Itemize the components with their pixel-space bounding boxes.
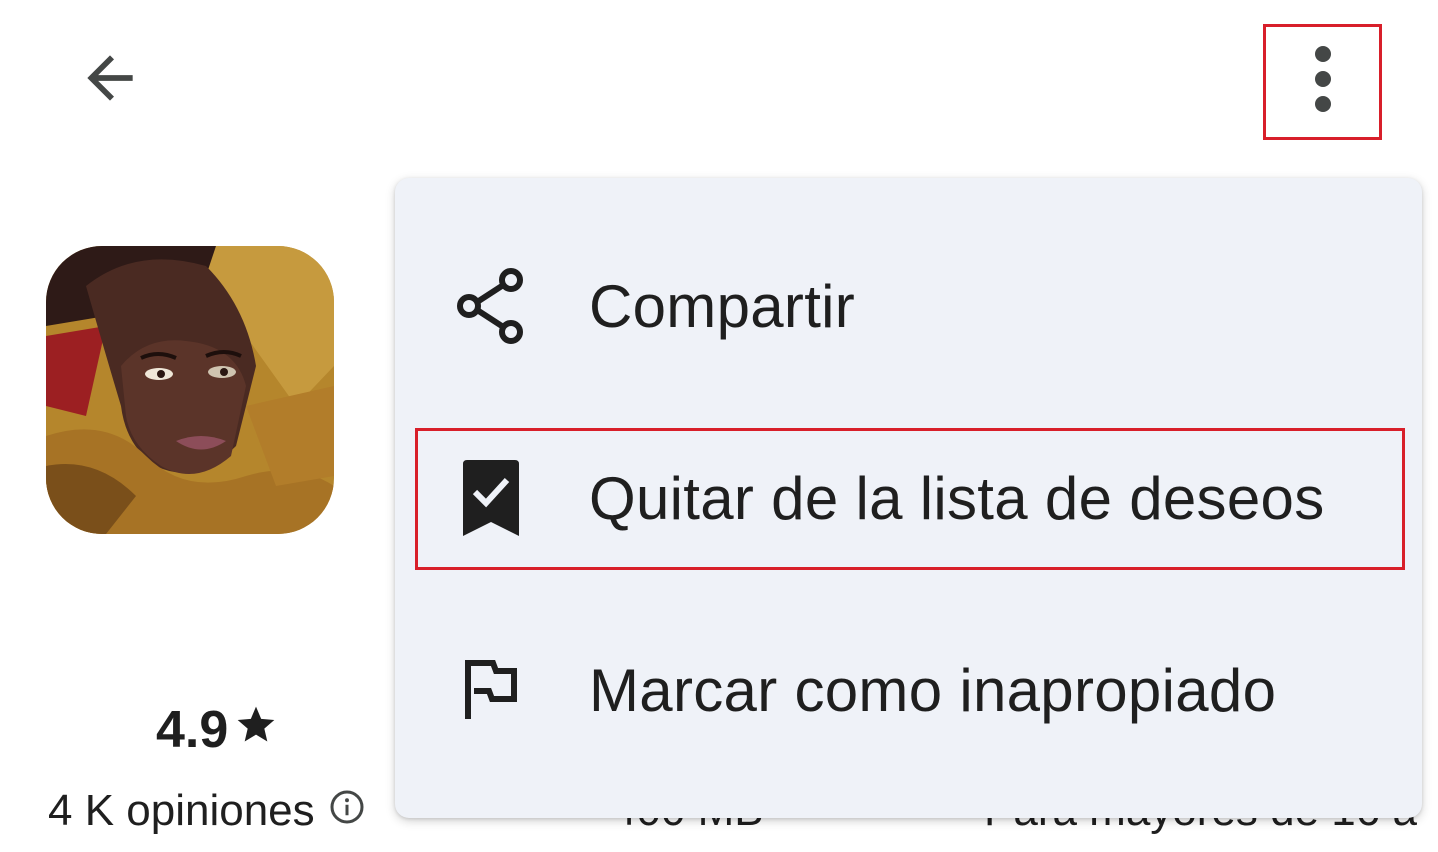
overflow-menu: Compartir Quitar de la lista de deseos M… xyxy=(395,178,1422,818)
menu-item-label: Marcar como inapropiado xyxy=(589,656,1277,724)
more-options-button[interactable] xyxy=(1263,24,1382,140)
back-button[interactable] xyxy=(70,40,150,120)
share-icon xyxy=(451,266,531,346)
more-vert-icon xyxy=(1308,44,1338,121)
menu-item-label: Compartir xyxy=(589,272,856,340)
rating: 4.9 xyxy=(156,700,278,760)
menu-item-flag-inappropriate[interactable]: Marcar como inapropiado xyxy=(395,620,1422,760)
reviews-count[interactable]: 4 K opiniones xyxy=(48,786,365,836)
star-icon xyxy=(234,700,278,760)
menu-item-label: Quitar de la lista de deseos xyxy=(589,464,1325,532)
arrow-back-icon xyxy=(76,44,144,117)
menu-item-share[interactable]: Compartir xyxy=(395,236,1422,376)
menu-item-remove-wishlist[interactable]: Quitar de la lista de deseos xyxy=(395,428,1422,568)
bookmark-check-icon xyxy=(451,458,531,538)
app-details-page: 4.9 4 K opiniones 400 MB Para mayores de… xyxy=(0,0,1438,852)
reviews-label: 4 K opiniones xyxy=(48,786,315,835)
app-portrait-icon xyxy=(46,246,334,534)
flag-icon xyxy=(451,650,531,730)
info-icon[interactable] xyxy=(329,786,365,836)
app-icon[interactable] xyxy=(46,246,334,534)
rating-value: 4.9 xyxy=(156,701,229,759)
